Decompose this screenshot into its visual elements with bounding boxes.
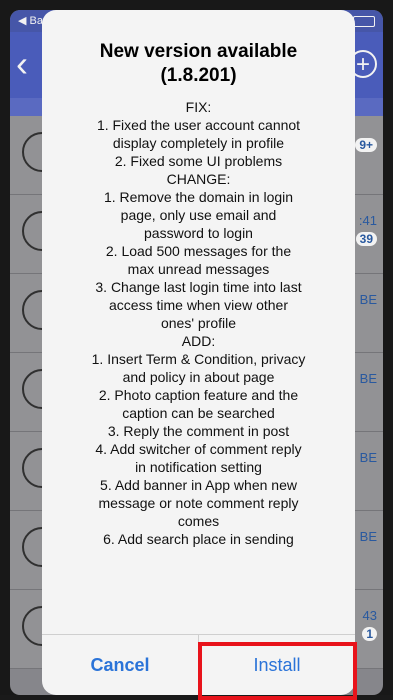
release-note-line: ADD: <box>181 333 216 349</box>
update-dialog: New version available (1.8.201) FIX: 1. F… <box>42 10 355 695</box>
release-note-line: caption can be searched <box>122 405 275 421</box>
dialog-title: New version available (1.8.201) <box>42 40 355 88</box>
release-note-line: ones' profile <box>160 315 237 331</box>
release-note-line: page, only use email and <box>120 207 277 223</box>
dialog-footer: Cancel Install <box>42 634 355 695</box>
release-note-line: in notification setting <box>135 459 262 475</box>
cancel-button[interactable]: Cancel <box>42 635 198 695</box>
release-note-line: 3. Change last login time into last <box>95 279 302 295</box>
dialog-title-line1: New version available <box>99 41 298 62</box>
release-note-line: CHANGE: <box>166 171 231 187</box>
release-note-line: 2. Photo caption feature and the <box>98 387 299 403</box>
release-note-line: 2. Fixed some UI problems <box>114 153 283 169</box>
release-note-line: 1. Remove the domain in login <box>103 189 294 205</box>
release-note-line: FIX: <box>185 99 212 115</box>
release-note-line: 1. Insert Term & Condition, privacy <box>91 351 306 367</box>
release-notes[interactable]: FIX: 1. Fixed the user account cannot disp… <box>52 98 345 618</box>
release-note-line: 5. Add banner in App when new <box>100 477 297 493</box>
release-note-line: 4. Add switcher of comment reply <box>95 441 302 457</box>
release-note-line: access time when view other <box>109 297 288 313</box>
release-note-line: 2. Load 500 messages for the <box>105 243 292 259</box>
release-note-line: comes <box>177 513 220 529</box>
release-note-line: display completely in profile <box>112 135 285 151</box>
dialog-title-version: (1.8.201) <box>160 65 237 86</box>
release-note-line: 3. Reply the comment in post <box>107 423 290 439</box>
release-note-line: 6. Add search place in sending <box>103 531 294 547</box>
release-note-line: max unread messages <box>127 261 270 277</box>
release-note-line: 1. Fixed the user account cannot <box>96 117 301 133</box>
release-note-line: and policy in about page <box>122 369 275 385</box>
release-note-line: message or note comment reply <box>98 495 299 511</box>
release-note-line: password to login <box>144 225 253 241</box>
install-button[interactable]: Install <box>198 635 355 695</box>
